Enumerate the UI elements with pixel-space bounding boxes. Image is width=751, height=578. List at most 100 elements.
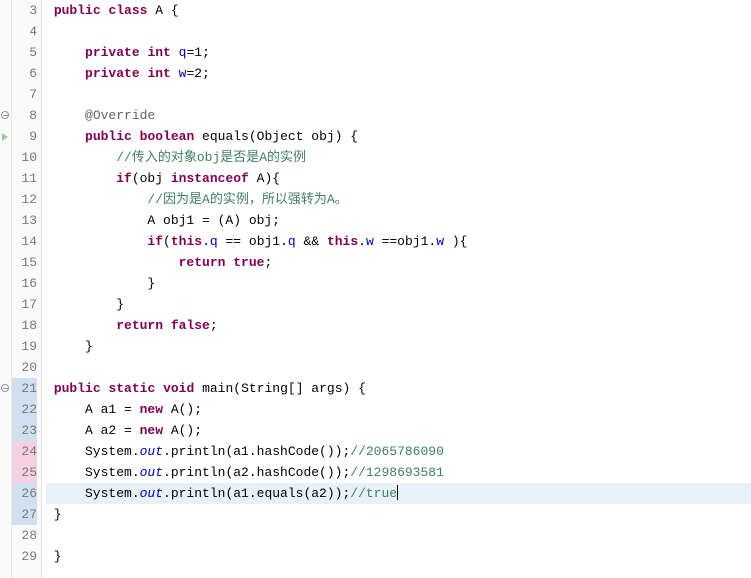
line-number[interactable]: 10 [12,147,37,168]
code-line[interactable] [46,21,751,42]
line-number[interactable]: 27 [12,504,37,525]
code-line[interactable]: return false; [46,315,751,336]
line-number[interactable]: 9 [12,126,37,147]
code-token: int [147,45,170,60]
code-token: //因为是A的实例，所以强转为A。 [147,192,347,207]
line-number[interactable]: 6 [12,63,37,84]
line-number[interactable]: 5 [12,42,37,63]
line-number[interactable]: 28 [12,525,37,546]
code-editor[interactable]: 3456789101112131415161718192021222324252… [0,0,751,578]
code-line[interactable]: } [46,546,751,567]
code-token: @Override [85,108,155,123]
marker-cell [0,63,11,84]
code-content[interactable]: public class A { private int q=1; privat… [42,0,751,578]
line-number[interactable]: 22 [12,399,37,420]
code-token: A { [147,3,178,18]
code-line[interactable] [46,525,751,546]
line-number[interactable]: 17 [12,294,37,315]
marker-cell [0,126,11,147]
code-line[interactable] [46,84,751,105]
code-token [46,45,85,60]
code-line[interactable]: return true; [46,252,751,273]
marker-cell [0,315,11,336]
code-line[interactable]: public boolean equals(Object obj) { [46,126,751,147]
marker-cell [0,252,11,273]
line-number[interactable]: 11 [12,168,37,189]
code-token [46,3,54,18]
code-line[interactable]: if(this.q == obj1.q && this.w ==obj1.w )… [46,231,751,252]
code-line[interactable]: A a1 = new A(); [46,399,751,420]
code-token: boolean [140,129,195,144]
line-number[interactable]: 25 [12,462,37,483]
code-token: void [163,381,194,396]
line-number[interactable]: 24 [12,441,37,462]
marker-cell [0,210,11,231]
line-number[interactable]: 8 [12,105,37,126]
code-line[interactable]: public class A { [46,0,751,21]
line-number[interactable]: 23 [12,420,37,441]
fold-toggle-icon[interactable] [1,111,9,119]
code-line[interactable] [46,357,751,378]
line-number[interactable]: 18 [12,315,37,336]
line-number[interactable]: 12 [12,189,37,210]
line-number-gutter: 3456789101112131415161718192021222324252… [12,0,42,578]
code-line[interactable]: } [46,273,751,294]
code-token: ; [210,318,218,333]
line-number[interactable]: 15 [12,252,37,273]
code-line[interactable]: System.out.println(a1.equals(a2));//true [46,483,751,504]
code-token: public [54,381,101,396]
code-line[interactable]: private int q=1; [46,42,751,63]
code-line[interactable]: System.out.println(a1.hashCode());//2065… [46,441,751,462]
override-marker-icon[interactable] [2,133,8,141]
code-token [46,255,179,270]
code-token: && [296,234,327,249]
line-number[interactable]: 7 [12,84,37,105]
code-line[interactable]: } [46,336,751,357]
code-token [132,129,140,144]
code-token: this [171,234,202,249]
code-token: //1298693581 [350,465,444,480]
code-token: w [436,234,444,249]
code-token: class [108,3,147,18]
code-token: int [147,66,170,81]
code-line[interactable]: } [46,294,751,315]
code-line[interactable]: //因为是A的实例，所以强转为A。 [46,189,751,210]
line-number[interactable]: 16 [12,273,37,294]
marker-cell [0,84,11,105]
line-number[interactable]: 13 [12,210,37,231]
code-line[interactable]: System.out.println(a2.hashCode());//1298… [46,462,751,483]
line-number[interactable]: 14 [12,231,37,252]
marker-cell [0,483,11,504]
code-line[interactable]: A a2 = new A(); [46,420,751,441]
marker-cell [0,378,11,399]
line-number[interactable]: 4 [12,21,37,42]
line-number[interactable]: 20 [12,357,37,378]
code-token: out [140,465,163,480]
line-number[interactable]: 3 [12,0,37,21]
line-number[interactable]: 29 [12,546,37,567]
line-number[interactable]: 19 [12,336,37,357]
marker-cell [0,357,11,378]
code-token: A){ [249,171,280,186]
code-line[interactable]: A obj1 = (A) obj; [46,210,751,231]
fold-toggle-icon[interactable] [1,384,9,392]
code-token: if [147,234,163,249]
marker-cell [0,273,11,294]
code-line[interactable]: private int w=2; [46,63,751,84]
code-line[interactable]: @Override [46,105,751,126]
code-token: ; [264,255,272,270]
code-token: //true [350,486,397,501]
line-number[interactable]: 21 [12,378,37,399]
code-token: this [327,234,358,249]
line-number[interactable]: 26 [12,483,37,504]
code-line[interactable]: public static void main(String[] args) { [46,378,751,399]
code-line[interactable]: } [46,504,751,525]
marker-cell [0,504,11,525]
marker-cell [0,441,11,462]
code-line[interactable]: //传入的对象obj是否是A的实例 [46,147,751,168]
code-token: instanceof [171,171,249,186]
code-token: A(); [163,423,202,438]
code-line[interactable]: if(obj instanceof A){ [46,168,751,189]
code-token: false [171,318,210,333]
code-token: } [46,339,93,354]
